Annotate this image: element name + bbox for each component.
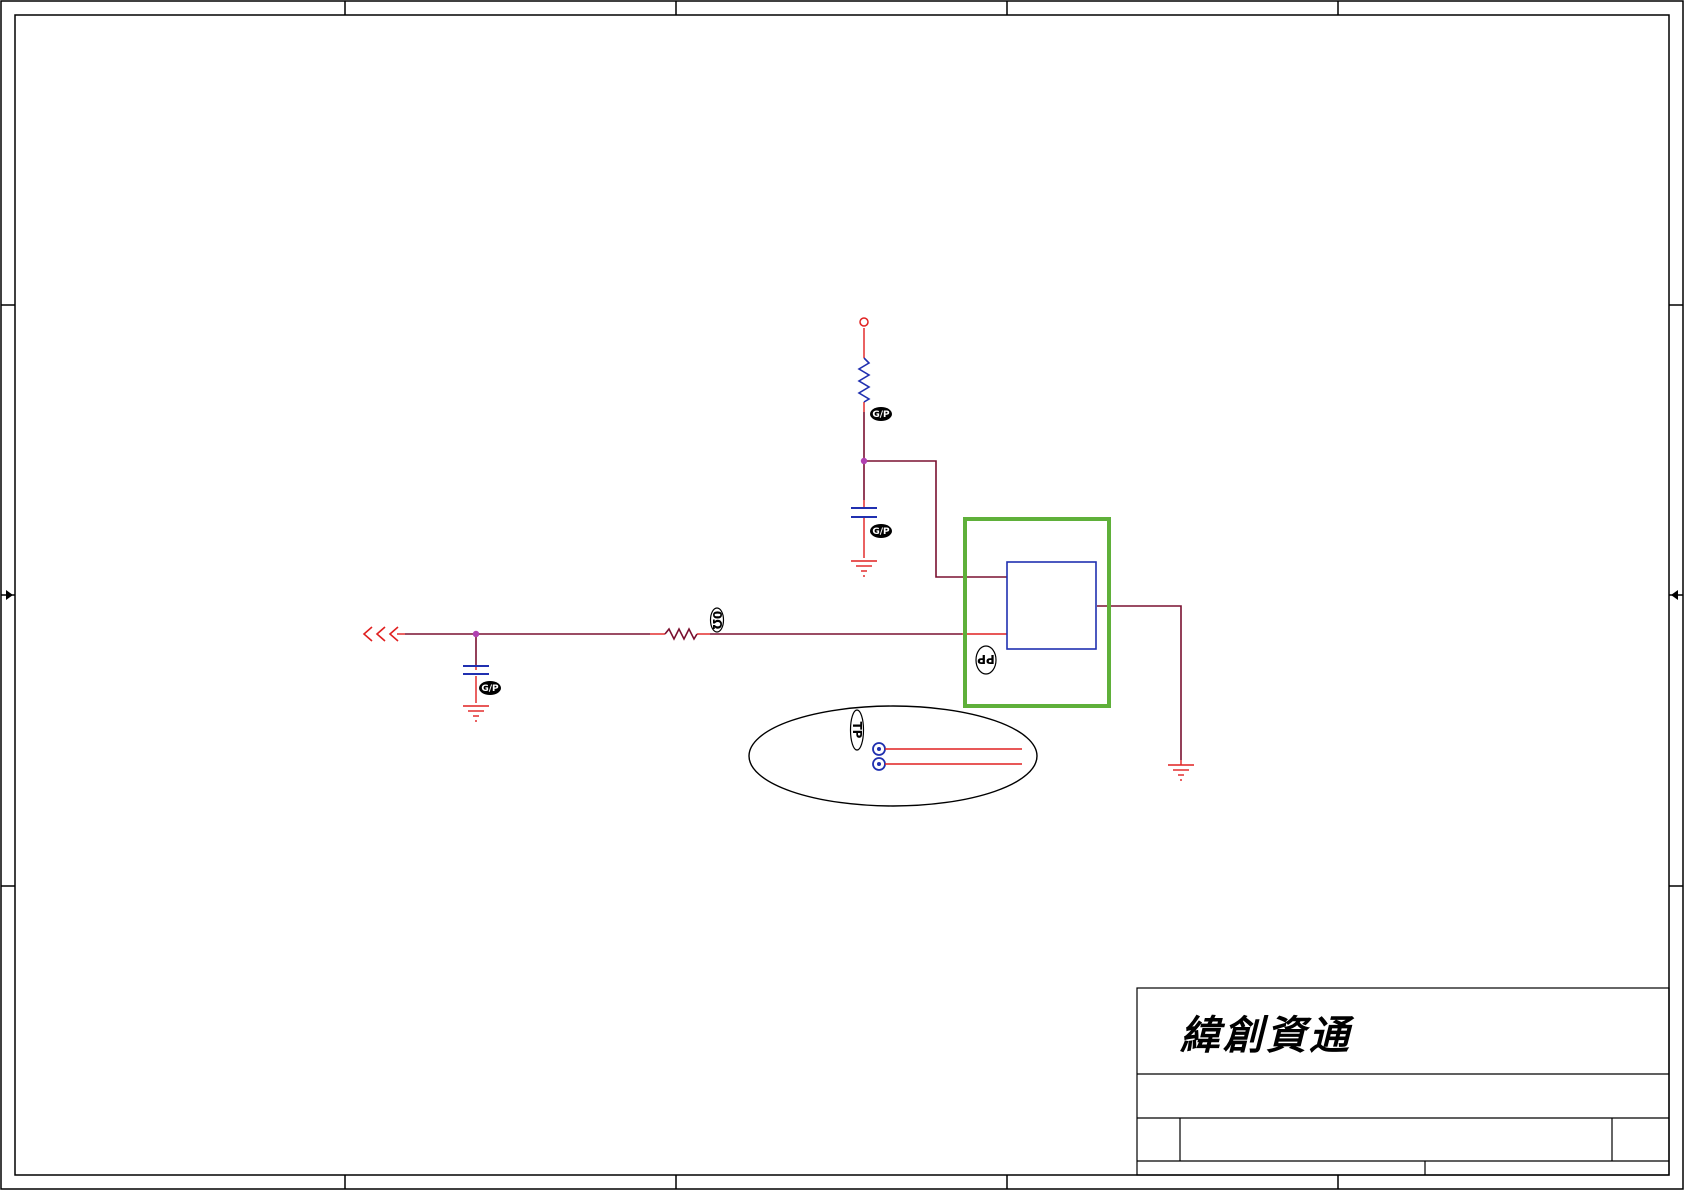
- schematic-sheet: G/P G/P G/P 0Ω PP TP: [0, 0, 1684, 1190]
- ground-symbol-top: [851, 560, 877, 577]
- input-connector-arrows: [362, 626, 399, 642]
- gp-tag-pullup-resistor: G/P: [870, 407, 892, 421]
- zero-ohm-tag-label: 0Ω: [710, 611, 724, 630]
- test-point-tag: TP: [849, 709, 865, 751]
- gp-tag-label: G/P: [872, 527, 890, 537]
- pin-stubs: [397, 328, 1182, 765]
- gp-tag-label: G/P: [481, 684, 499, 694]
- drawing-frame: [0, 0, 1684, 1190]
- power-rail-terminal: [859, 317, 869, 327]
- series-resistor: [664, 627, 698, 641]
- gp-tag-capacitor-left: G/P: [479, 681, 501, 695]
- ic-tag-label: PP: [977, 652, 995, 666]
- ground-symbol-right: [1168, 764, 1194, 781]
- outer-border: [0, 0, 1684, 1190]
- test-point-tag-label: TP: [850, 722, 864, 739]
- gp-tag-label: G/P: [872, 410, 890, 420]
- decoupling-capacitor-top: [851, 507, 877, 518]
- junction-main-line: [472, 630, 480, 638]
- junction-pullup-node: [860, 457, 868, 465]
- inner-border: [14, 14, 1670, 1176]
- test-point-group-outline: [748, 705, 1038, 807]
- company-name: 緯創資通: [1180, 1012, 1352, 1059]
- left-center-marker: [6, 590, 13, 600]
- right-center-marker: [1671, 590, 1678, 600]
- pullup-resistor: [857, 357, 871, 403]
- ic-tag: PP: [975, 645, 997, 675]
- zero-ohm-tag: 0Ω: [709, 607, 725, 633]
- highlight-box: [963, 517, 1111, 708]
- gp-tag-capacitor-top: G/P: [870, 524, 892, 538]
- test-point-2: [872, 757, 1022, 771]
- ground-symbol-left: [463, 705, 489, 722]
- test-point-1: [872, 742, 1022, 756]
- ic-body: [1006, 561, 1097, 650]
